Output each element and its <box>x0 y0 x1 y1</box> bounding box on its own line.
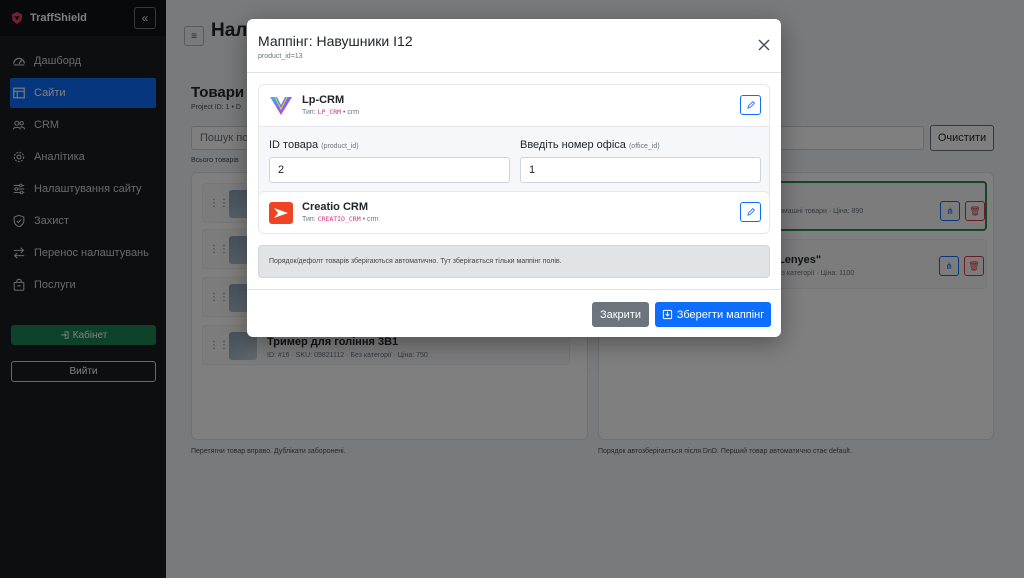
pencil-icon <box>746 207 755 216</box>
field-label-text: ID товара <box>269 139 319 151</box>
field-label-text: Введіть номер офіса <box>520 139 626 151</box>
mapping-modal: Маппінг: Навушники I12 product_id=13 Lp-… <box>247 19 781 337</box>
crm-fields: ID товара (product_id) 2 Введіть номер о… <box>259 127 769 201</box>
close-button[interactable]: Закрити <box>592 302 649 327</box>
edit-crm-button[interactable] <box>740 95 761 115</box>
crm-type-prefix: Тип: <box>302 109 316 116</box>
crm-type-code: LP_CRM <box>317 108 342 116</box>
info-alert: Порядок/дефолт товарів зберігаються авто… <box>258 245 770 278</box>
modal-header: Маппінг: Навушники I12 product_id=13 <box>247 19 781 73</box>
crm-type-suffix: • crm <box>362 216 379 223</box>
modal-subtitle: product_id=13 <box>258 53 303 60</box>
crm-card-creatio: Creatio CRM Тип: CREATIO_CRM • crm <box>258 191 770 234</box>
crm-type-suffix: • crm <box>343 109 360 116</box>
crm-card-header: Lp-CRM Тип: LP_CRM • crm <box>259 85 769 127</box>
creatio-logo-icon <box>269 202 293 224</box>
crm-name: Creatio CRM <box>302 201 369 213</box>
lp-crm-logo-icon <box>270 96 292 115</box>
crm-type: Тип: CREATIO_CRM • crm <box>302 215 379 223</box>
crm-card-lp: Lp-CRM Тип: LP_CRM • crm ID товара (prod… <box>258 84 770 201</box>
save-icon <box>662 309 672 320</box>
office-id-input[interactable]: 1 <box>520 157 761 183</box>
crm-type: Тип: LP_CRM • crm <box>302 108 359 116</box>
product-id-input[interactable]: 2 <box>269 157 510 183</box>
crm-type-code: CREATIO_CRM <box>317 215 361 223</box>
crm-name: Lp-CRM <box>302 94 345 106</box>
field-hint: (office_id) <box>628 143 660 150</box>
pencil-icon <box>746 100 755 109</box>
field-hint: (product_id) <box>321 143 359 150</box>
modal-footer: Закрити Зберегти маппінг <box>247 289 781 337</box>
close-icon[interactable] <box>756 37 772 53</box>
save-label: Зберегти маппінг <box>676 308 765 321</box>
app-root: TraffShield « Дашборд Сайти CRM Аналітик… <box>0 0 1024 578</box>
office-id-label: Введіть номер офіса (office_id) <box>520 139 660 151</box>
product-id-label: ID товара (product_id) <box>269 139 359 151</box>
save-mapping-button[interactable]: Зберегти маппінг <box>655 302 771 327</box>
crm-type-prefix: Тип: <box>302 216 316 223</box>
edit-crm-button[interactable] <box>740 202 761 222</box>
modal-title: Маппінг: Навушники I12 <box>258 33 413 49</box>
